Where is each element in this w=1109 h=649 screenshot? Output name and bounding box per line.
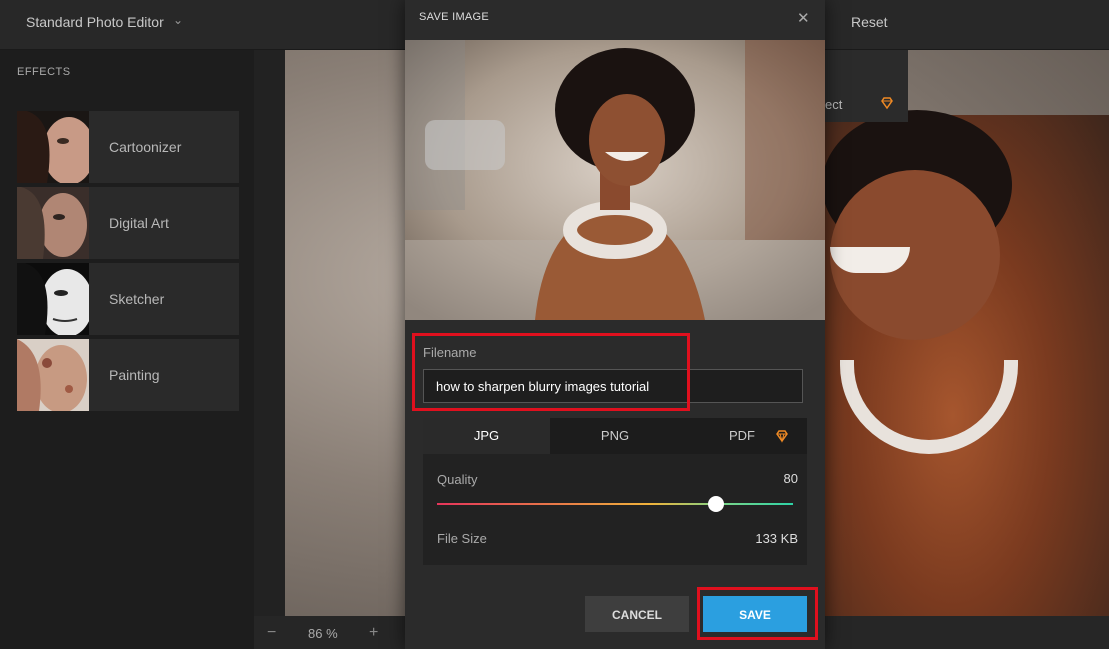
digital-art-thumbnail	[17, 187, 89, 259]
tab-label: PNG	[600, 428, 630, 443]
format-panel: JPG PNG PDF Quality 80 File Size 133 KB	[423, 418, 807, 565]
effect-label: Cartoonizer	[109, 139, 182, 155]
tab-png[interactable]: PNG	[550, 418, 680, 454]
tab-label: PDF	[729, 428, 755, 443]
painting-thumbnail	[17, 339, 89, 411]
cartoonizer-thumbnail	[17, 111, 89, 183]
zoom-in-button[interactable]: +	[369, 624, 378, 642]
chevron-down-icon[interactable]: ⌄	[173, 13, 183, 27]
effect-painting[interactable]: Painting	[17, 339, 239, 411]
effects-title: EFFECTS	[17, 66, 71, 78]
premium-gem-icon	[881, 97, 893, 110]
quality-value: 80	[783, 471, 798, 486]
effect-label: Painting	[109, 367, 160, 383]
reset-button[interactable]: Reset	[851, 14, 888, 30]
effect-label: Digital Art	[109, 215, 169, 231]
effects-sidebar: EFFECTS Cartoonizer Digital Art Sketcher	[0, 50, 254, 649]
filesize-value: 133 KB	[755, 531, 798, 546]
image-preview	[405, 40, 825, 320]
tab-jpg[interactable]: JPG	[423, 418, 550, 454]
effect-label: Sketcher	[109, 291, 165, 307]
dialog-title: SAVE IMAGE	[419, 11, 490, 23]
quality-slider-handle[interactable]	[708, 496, 724, 512]
quality-slider[interactable]	[437, 503, 793, 505]
quality-label: Quality	[437, 472, 478, 487]
premium-gem-icon	[776, 430, 788, 443]
editor-mode-selector[interactable]: Standard Photo Editor	[26, 14, 164, 30]
effect-cartoonizer[interactable]: Cartoonizer	[17, 111, 239, 183]
zoom-out-button[interactable]: −	[267, 624, 276, 642]
zoom-level: 86 %	[308, 626, 338, 641]
close-icon[interactable]: ✕	[797, 9, 810, 27]
sketcher-thumbnail	[17, 263, 89, 335]
effect-digital-art[interactable]: Digital Art	[17, 187, 239, 259]
popover-label[interactable]: ect	[825, 97, 842, 112]
filesize-label: File Size	[437, 531, 487, 546]
cancel-button[interactable]: CANCEL	[585, 596, 689, 632]
effect-sketcher[interactable]: Sketcher	[17, 263, 239, 335]
save-highlight	[697, 587, 818, 640]
save-image-dialog: SAVE IMAGE ✕ Filename JPG PNG PDF	[405, 0, 825, 649]
tab-label: JPG	[473, 428, 500, 443]
tab-pdf[interactable]: PDF	[680, 418, 807, 454]
filename-highlight	[412, 333, 690, 411]
